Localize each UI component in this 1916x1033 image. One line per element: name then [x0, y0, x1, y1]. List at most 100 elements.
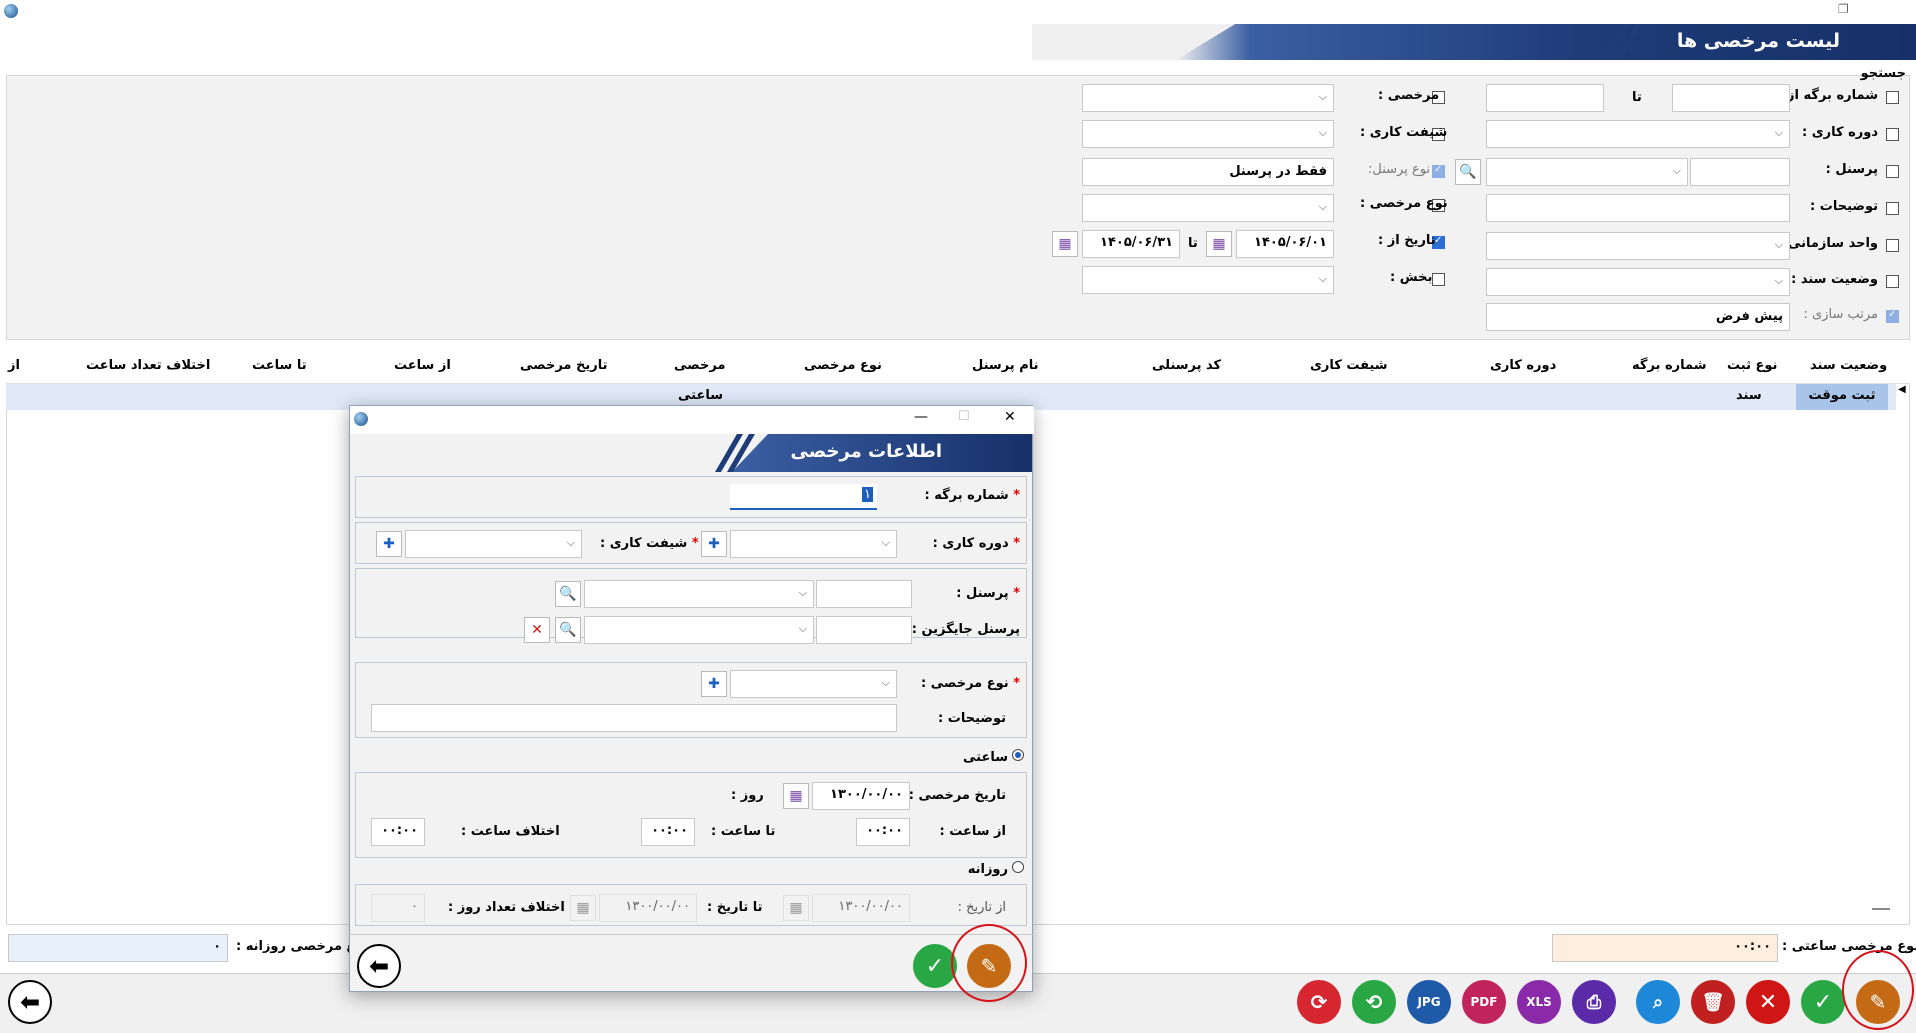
sort-checkbox[interactable] — [1886, 309, 1899, 323]
sheet-to-input[interactable] — [1486, 84, 1604, 112]
chevron-down-icon: ⌵ — [1318, 200, 1327, 213]
plus-icon: ✚ — [708, 536, 720, 552]
col-work-period[interactable]: دوره کاری — [1490, 358, 1556, 373]
cancel-button[interactable]: ✕ — [1746, 980, 1790, 1024]
daily-radio[interactable] — [1012, 861, 1024, 873]
minimize-icon[interactable]: — — [914, 409, 928, 425]
col-doc-status[interactable]: وضعیت سند — [1810, 358, 1887, 373]
leave-type-select[interactable]: ⌵ — [1082, 194, 1334, 222]
org-unit-checkbox[interactable] — [1886, 239, 1899, 252]
calendar-icon[interactable]: ▦ — [783, 895, 809, 921]
col-personnel-name[interactable]: نام پرسنل — [972, 358, 1038, 373]
leave-select[interactable]: ⌵ — [1082, 84, 1334, 112]
date-from-input[interactable]: ۱۴۰۵/۰۶/۰۱ — [1236, 230, 1334, 258]
description-input[interactable] — [1486, 194, 1790, 222]
back-button[interactable]: ⬅ — [8, 980, 52, 1024]
from-hour-input[interactable]: ۰۰:۰۰ — [856, 818, 910, 846]
calendar-icon[interactable]: ▦ — [570, 895, 596, 921]
section-label: بخش : — [1390, 270, 1433, 285]
leave-date-input[interactable]: ۱۳۰۰/۰۰/۰۰ — [812, 782, 910, 810]
work-period-select[interactable]: ⌵ — [1486, 120, 1790, 148]
section-checkbox[interactable] — [1432, 273, 1445, 286]
shift-select[interactable]: ⌵ — [405, 530, 582, 558]
maximize-icon[interactable]: ☐ — [958, 409, 970, 424]
daily-label: روزانه — [967, 862, 1008, 877]
date-to-input[interactable]: ۱۴۰۵/۰۶/۳۱ — [1082, 230, 1180, 258]
sync-button[interactable]: ⟲ — [1352, 980, 1396, 1024]
col-hour-diff[interactable]: اختلاف تعداد ساعت — [86, 358, 210, 373]
col-to-hour[interactable]: تا ساعت — [252, 358, 307, 373]
org-unit-select[interactable]: ⌵ — [1486, 232, 1790, 260]
add-period-button[interactable]: ✚ — [701, 531, 727, 557]
col-personnel-code[interactable]: کد پرسنلی — [1152, 358, 1221, 373]
chevron-down-icon: ⌵ — [798, 622, 807, 635]
export-xls-button[interactable]: XLS — [1517, 980, 1561, 1024]
description-input[interactable] — [371, 704, 897, 732]
doc-status-checkbox[interactable] — [1886, 275, 1899, 288]
clear-substitute-button[interactable]: ✕ — [524, 617, 550, 643]
col-reg-type[interactable]: نوع ثبت — [1727, 358, 1777, 373]
refresh-icon: ⟳ — [1310, 990, 1328, 1014]
col-leave-type[interactable]: نوع مرخصی — [804, 358, 882, 373]
work-period-select[interactable]: ⌵ — [730, 530, 897, 558]
row-doc-status: ثبت موقت — [1796, 384, 1888, 410]
to-date-label: تا تاریخ : — [707, 900, 763, 915]
calendar-icon[interactable]: ▦ — [783, 783, 809, 809]
personnel-type-checkbox[interactable] — [1432, 164, 1445, 178]
substitute-code-input[interactable] — [816, 616, 912, 644]
search-icon[interactable]: 🔍 — [555, 617, 581, 643]
restore-icon[interactable]: ❐ — [1838, 2, 1849, 16]
personnel-checkbox[interactable] — [1886, 165, 1899, 178]
calendar-icon[interactable]: ▦ — [1052, 231, 1078, 257]
search-icon[interactable]: 🔍 — [1455, 159, 1481, 185]
personnel-select[interactable]: ⌵ — [584, 580, 814, 608]
sheet-from-checkbox[interactable] — [1886, 91, 1899, 104]
col-from[interactable]: از — [8, 358, 20, 373]
work-period-checkbox[interactable] — [1886, 128, 1899, 141]
col-leave-date[interactable]: تاریخ مرخصی — [520, 358, 608, 373]
col-shift[interactable]: شیفت کاری — [1310, 358, 1388, 373]
hourly-radio[interactable] — [1012, 749, 1024, 761]
col-from-hour[interactable]: از ساعت — [394, 358, 451, 373]
add-leave-type-button[interactable]: ✚ — [701, 671, 727, 697]
export-jpg-button[interactable]: JPG — [1407, 980, 1451, 1024]
hour-diff-value: ۰۰:۰۰ — [371, 818, 425, 846]
sheet-from-input[interactable] — [1672, 84, 1790, 112]
personnel-select[interactable]: ⌵ — [1486, 158, 1688, 186]
delete-button[interactable]: 🗑 — [1691, 980, 1735, 1024]
confirm-button[interactable]: ✓ — [1801, 980, 1845, 1024]
col-leave[interactable]: مرخصی — [674, 358, 725, 373]
personnel-code-input[interactable] — [816, 580, 912, 608]
search-button[interactable]: ⌕ — [1636, 980, 1680, 1024]
leave-label: مرخصی : — [1378, 88, 1440, 103]
section-select[interactable]: ⌵ — [1082, 266, 1334, 294]
from-date-input[interactable]: ۱۳۰۰/۰۰/۰۰ — [812, 894, 910, 922]
sort-select[interactable]: ⌵ پیش فرض — [1486, 303, 1790, 331]
close-icon[interactable]: ✕ — [1004, 409, 1016, 425]
print-button[interactable]: ⎙ — [1572, 980, 1616, 1024]
sheet-no-label: * شماره برگه : — [924, 488, 1020, 503]
chevron-down-icon: ⌵ — [566, 536, 575, 549]
sheet-no-input[interactable]: ۱ — [730, 484, 877, 510]
personnel-code-input[interactable] — [1690, 158, 1790, 186]
description-checkbox[interactable] — [1886, 202, 1899, 215]
close-icon: ✕ — [1758, 989, 1778, 1015]
calendar-icon[interactable]: ▦ — [1206, 231, 1232, 257]
dialog-back-button[interactable]: ⬅ — [357, 944, 401, 988]
to-hour-input[interactable]: ۰۰:۰۰ — [641, 818, 695, 846]
to-date-input[interactable]: ۱۳۰۰/۰۰/۰۰ — [599, 894, 697, 922]
search-icon[interactable]: 🔍 — [555, 581, 581, 607]
refresh-button[interactable]: ⟳ — [1297, 980, 1341, 1024]
substitute-select[interactable]: ⌵ — [584, 616, 814, 644]
personnel-type-select[interactable]: ⌵ فقط در پرسنل — [1082, 158, 1334, 186]
page-title: لیست مرخصی ها — [1676, 30, 1840, 52]
arrow-left-icon: ⬅ — [19, 988, 41, 1016]
leave-type-select[interactable]: ⌵ — [730, 670, 897, 698]
add-shift-button[interactable]: ✚ — [376, 531, 402, 557]
doc-status-select[interactable]: ⌵ — [1486, 268, 1790, 296]
col-sheet-no[interactable]: شماره برگه — [1632, 358, 1706, 373]
shift-select[interactable]: ⌵ — [1082, 120, 1334, 148]
export-pdf-button[interactable]: PDF — [1462, 980, 1506, 1024]
chevron-down-icon: ⌵ — [1774, 126, 1783, 139]
scroll-indicator[interactable] — [1872, 908, 1890, 910]
